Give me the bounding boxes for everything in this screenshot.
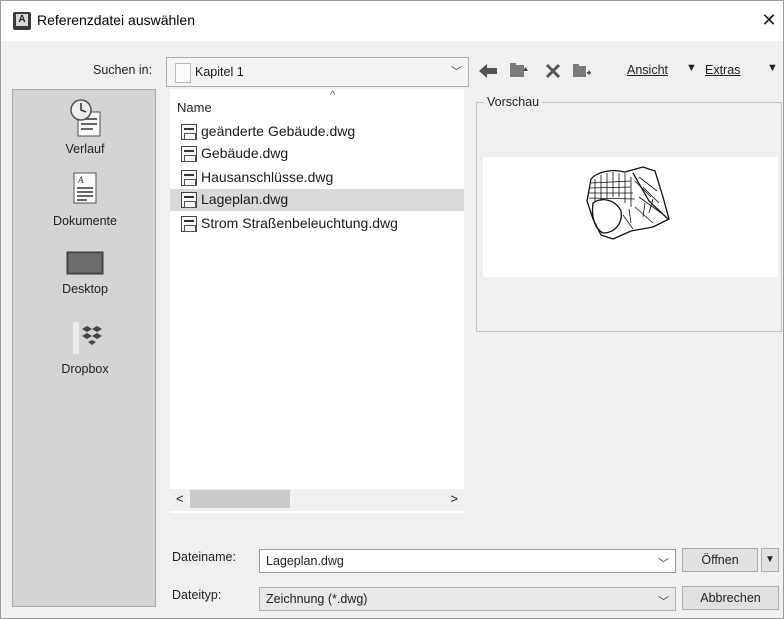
file-list: Name ^ geänderte Gebäude.dwg Gebäude.dwg… (170, 89, 464, 513)
list-item[interactable]: Gebäude.dwg (178, 143, 464, 165)
delete-icon[interactable] (541, 57, 565, 85)
file-name: Hausanschlüsse.dwg (201, 169, 334, 185)
place-label-history: Verlauf (65, 142, 105, 156)
dropbox-icon (73, 322, 102, 354)
list-item[interactable]: Strom Straßenbeleuchtung.dwg (178, 213, 464, 235)
site-plan-thumbnail (586, 166, 670, 240)
title-bar: A Referenzdatei auswählen ✕ (1, 1, 783, 41)
file-name: Gebäude.dwg (201, 145, 289, 161)
scroll-left-arrow-icon[interactable]: < (176, 491, 184, 506)
place-documents[interactable]: A Dokumente (13, 170, 157, 228)
chevron-down-icon: ﹀ (451, 66, 462, 78)
scroll-right-arrow-icon[interactable]: > (450, 491, 458, 506)
file-dialog: A Referenzdatei auswählen ✕ Suchen in: K… (0, 0, 784, 619)
dwg-file-icon (181, 170, 197, 186)
folder-icon (175, 63, 191, 83)
filetype-value: Zeichnung (*.dwg) (266, 592, 368, 606)
up-folder-icon[interactable] (507, 57, 531, 85)
sort-ascending-icon: ^ (330, 89, 336, 101)
filename-label: Dateiname: (172, 550, 236, 564)
filename-field[interactable]: Lageplan.dwg ﹀ (259, 549, 676, 573)
place-dropbox[interactable]: Dropbox (13, 320, 157, 376)
open-options-dropdown-icon[interactable]: ▼ (761, 548, 779, 572)
horizontal-scrollbar[interactable]: < > (170, 489, 464, 511)
dwg-file-icon (181, 216, 197, 232)
cancel-button[interactable]: Abbrechen (682, 586, 779, 610)
list-item[interactable]: geänderte Gebäude.dwg (178, 121, 464, 143)
tools-menu-dropdown-icon[interactable]: ▼ (767, 62, 778, 74)
file-name: Strom Straßenbeleuchtung.dwg (201, 215, 398, 231)
autocad-app-icon: A (13, 12, 31, 30)
dwg-file-icon (181, 192, 197, 208)
view-menu-dropdown-icon[interactable]: ▼ (686, 62, 697, 74)
view-menu[interactable]: Ansicht (627, 63, 668, 77)
tools-menu[interactable]: Extras (705, 63, 740, 77)
scrollbar-thumb[interactable] (190, 490, 290, 508)
close-button[interactable]: ✕ (759, 9, 779, 31)
dwg-file-icon (181, 146, 197, 162)
list-item[interactable]: Hausanschlüsse.dwg (178, 167, 464, 189)
filetype-combo[interactable]: Zeichnung (*.dwg) ﹀ (259, 587, 676, 611)
place-label-dropbox: Dropbox (61, 362, 109, 376)
preview-image (483, 157, 778, 277)
file-name: geänderte Gebäude.dwg (201, 123, 356, 139)
dwg-file-icon (181, 124, 197, 140)
open-button[interactable]: Öffnen (682, 548, 758, 572)
svg-text:A: A (77, 175, 84, 185)
place-label-documents: Dokumente (53, 214, 117, 228)
folder-combo-value: Kapitel 1 (195, 65, 244, 79)
file-name: Lageplan.dwg (201, 191, 289, 207)
history-icon (70, 99, 101, 137)
preview-label: Vorschau (484, 95, 543, 109)
chevron-down-icon[interactable]: ﹀ (658, 555, 669, 571)
filename-value: Lageplan.dwg (266, 554, 344, 568)
list-item-selected[interactable]: Lageplan.dwg (170, 189, 464, 211)
window-title: Referenzdatei auswählen (37, 12, 195, 28)
lookin-label: Suchen in: (93, 63, 153, 77)
filetype-label: Dateityp: (172, 588, 222, 602)
back-arrow-icon[interactable] (477, 57, 499, 85)
place-desktop[interactable]: Desktop (13, 248, 157, 296)
column-header-name[interactable]: Name (177, 100, 212, 115)
new-folder-icon[interactable] (570, 57, 594, 85)
chevron-down-icon[interactable]: ﹀ (658, 593, 669, 609)
places-bar: Verlauf A Dokumente Desktop Dropbox (12, 89, 156, 607)
place-label-desktop: Desktop (62, 282, 108, 296)
desktop-icon (66, 251, 104, 275)
folder-combo[interactable]: Kapitel 1 ﹀ (166, 57, 469, 87)
documents-icon: A (73, 172, 97, 204)
place-history[interactable]: Verlauf (13, 98, 157, 156)
